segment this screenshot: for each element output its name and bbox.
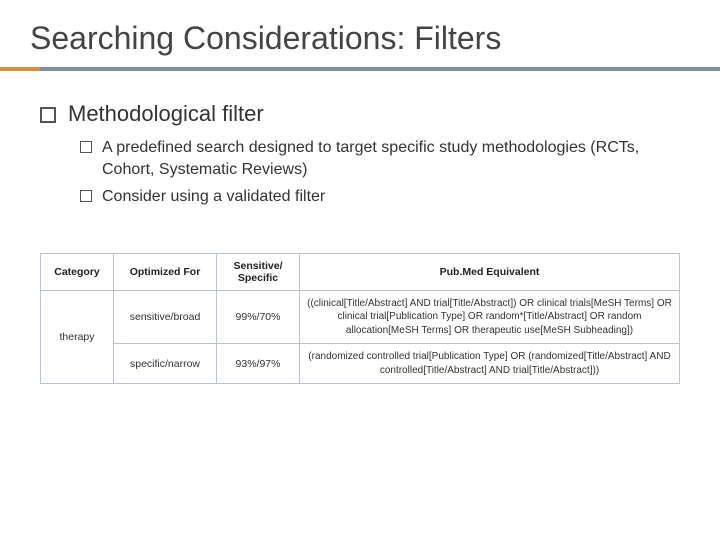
slide: Searching Considerations: Filters Method… bbox=[0, 0, 720, 540]
filter-table: Category Optimized For Sensitive/ Specif… bbox=[40, 253, 680, 385]
table-row: therapy sensitive/broad 99%/70% ((clinic… bbox=[41, 290, 680, 344]
bullet-l1: Methodological filter bbox=[40, 101, 680, 127]
body: Methodological filter A predefined searc… bbox=[30, 71, 690, 384]
cell-optimized: specific/narrow bbox=[114, 344, 217, 384]
cell-sensspec: 93%/97% bbox=[217, 344, 300, 384]
cell-pubmed: ((clinical[Title/Abstract] AND trial[Tit… bbox=[300, 290, 680, 344]
filter-table-wrap: Category Optimized For Sensitive/ Specif… bbox=[40, 253, 680, 385]
square-bullet-icon bbox=[80, 141, 92, 153]
cell-category: therapy bbox=[41, 290, 114, 384]
bullet-l2-text: A predefined search designed to target s… bbox=[102, 137, 680, 180]
bullet-l1-text: Methodological filter bbox=[68, 101, 264, 127]
bullet-l2: Consider using a validated filter bbox=[80, 186, 680, 208]
cell-pubmed: (randomized controlled trial[Publication… bbox=[300, 344, 680, 384]
col-pubmed: Pub.Med Equivalent bbox=[300, 253, 680, 290]
cell-sensspec: 99%/70% bbox=[217, 290, 300, 344]
square-bullet-icon bbox=[40, 107, 56, 123]
col-optimized: Optimized For bbox=[114, 253, 217, 290]
table-header-row: Category Optimized For Sensitive/ Specif… bbox=[41, 253, 680, 290]
cell-optimized: sensitive/broad bbox=[114, 290, 217, 344]
table-row: specific/narrow 93%/97% (randomized cont… bbox=[41, 344, 680, 384]
col-sensspec: Sensitive/ Specific bbox=[217, 253, 300, 290]
col-category: Category bbox=[41, 253, 114, 290]
page-title: Searching Considerations: Filters bbox=[30, 20, 690, 57]
bullet-l2-text: Consider using a validated filter bbox=[102, 186, 325, 208]
bullet-l2: A predefined search designed to target s… bbox=[80, 137, 680, 180]
title-underline bbox=[0, 67, 720, 71]
square-bullet-icon bbox=[80, 190, 92, 202]
